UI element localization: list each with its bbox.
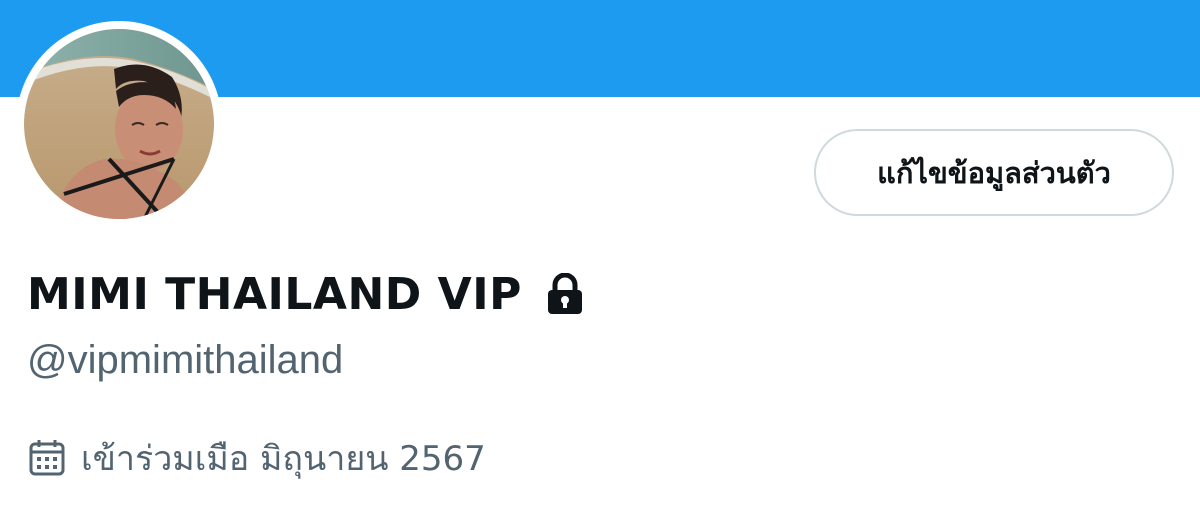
lock-icon	[547, 273, 582, 314]
profile-photo	[24, 29, 214, 219]
edit-profile-button[interactable]: แก้ไขข้อมูลส่วนตัว	[814, 129, 1174, 216]
display-name-row: MIMI THAILAND VIP	[27, 266, 584, 322]
joined-date: เข้าร่วมเมือ มิถุนายน 2567	[81, 439, 486, 479]
avatar[interactable]	[16, 21, 222, 227]
joined-date-row: เข้าร่วมเมือ มิถุนายน 2567	[27, 432, 486, 484]
profile-handle: @vipmimithailand	[27, 338, 344, 382]
display-name: MIMI THAILAND VIP	[27, 268, 522, 320]
calendar-icon	[29, 440, 65, 476]
